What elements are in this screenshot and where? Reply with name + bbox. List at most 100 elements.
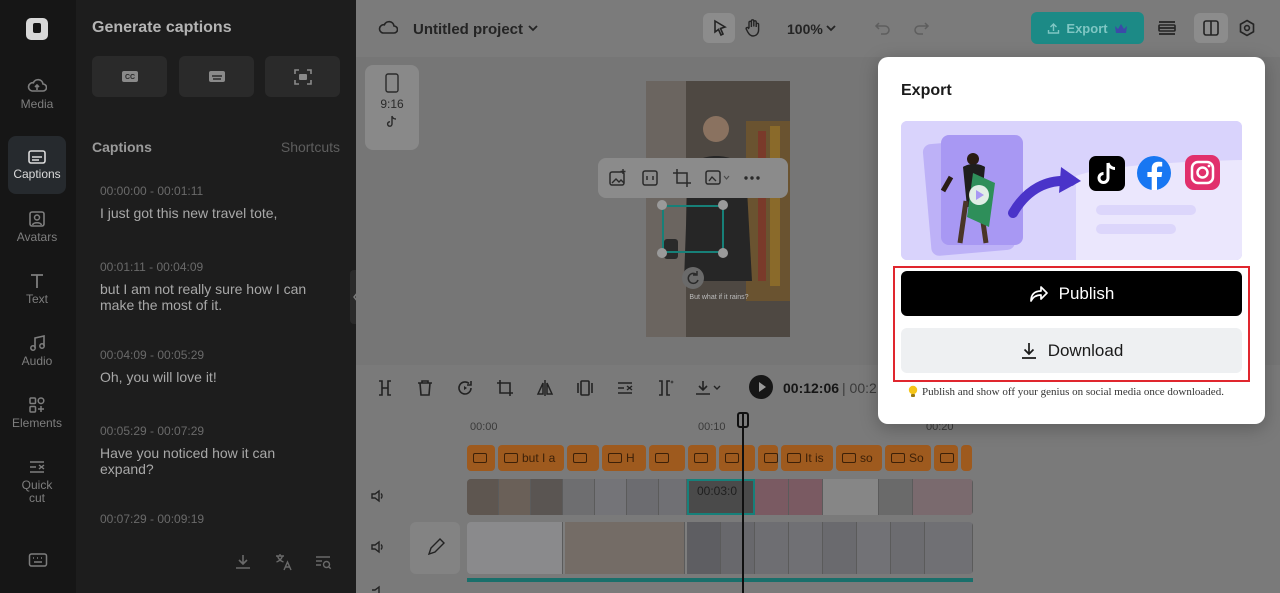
resize-icon[interactable] bbox=[576, 379, 594, 397]
caption-text[interactable]: Have you noticed how it can expand? bbox=[100, 445, 300, 477]
top-toolbar: Untitled project 100% Export bbox=[356, 0, 1280, 57]
caption-clip[interactable] bbox=[467, 445, 495, 471]
sidebar-item-avatars[interactable]: Avatars bbox=[8, 198, 66, 256]
caption-clip[interactable] bbox=[567, 445, 599, 471]
caption-text[interactable]: Oh, you will love it! bbox=[100, 369, 335, 385]
caption-clip[interactable] bbox=[961, 445, 972, 471]
undo-icon[interactable] bbox=[874, 20, 892, 36]
crop-icon[interactable] bbox=[672, 168, 692, 188]
caption-clip-text: but I a bbox=[522, 451, 556, 465]
caption-timestamp: 00:05:29 - 00:07:29 bbox=[100, 424, 205, 438]
panel-toggle-button[interactable] bbox=[1194, 13, 1228, 43]
scan-captions-button[interactable] bbox=[265, 56, 340, 97]
caption-clip[interactable]: H bbox=[602, 445, 646, 471]
caption-clip[interactable] bbox=[649, 445, 685, 471]
caption-text[interactable]: I just got this new travel tote, bbox=[100, 205, 335, 221]
cloud-save-icon[interactable] bbox=[378, 20, 398, 36]
sidebar-item-label: Quick cut bbox=[21, 477, 53, 505]
phone-frame-icon bbox=[385, 73, 399, 93]
split-icon[interactable] bbox=[376, 379, 394, 397]
quick-cut-icon bbox=[30, 460, 45, 473]
audio-track-bar[interactable] bbox=[467, 578, 973, 582]
caption-clip[interactable] bbox=[688, 445, 716, 471]
manual-captions-button[interactable] bbox=[179, 56, 254, 97]
aspect-ratio-selector[interactable]: 9:16 bbox=[365, 65, 419, 150]
edit-cover-button[interactable] bbox=[410, 522, 460, 574]
track-volume-icon[interactable] bbox=[370, 489, 386, 503]
auto-cut-icon[interactable] bbox=[616, 379, 636, 397]
caption-clip[interactable] bbox=[758, 445, 778, 471]
resize-handle[interactable] bbox=[657, 248, 667, 258]
export-note: Publish and show off your genius on soci… bbox=[907, 385, 1224, 398]
video-preview[interactable]: But what if it rains? bbox=[646, 81, 790, 337]
crop-icon[interactable] bbox=[496, 379, 514, 397]
resize-handle[interactable] bbox=[718, 200, 728, 210]
playhead[interactable] bbox=[742, 412, 744, 593]
zoom-level[interactable]: 100% bbox=[787, 21, 823, 37]
main-video-track[interactable] bbox=[467, 522, 973, 574]
flip-icon[interactable] bbox=[536, 379, 554, 397]
app-logo[interactable] bbox=[26, 18, 48, 40]
sidebar-item-label: Avatars bbox=[16, 230, 58, 244]
auto-captions-button[interactable]: CC bbox=[92, 56, 167, 97]
replace-image-icon[interactable] bbox=[608, 168, 628, 188]
upload-icon bbox=[1048, 22, 1060, 34]
chevron-down-icon[interactable] bbox=[825, 23, 837, 33]
play-button[interactable] bbox=[749, 375, 773, 399]
caption-text[interactable]: but I am not really sure how I can make … bbox=[100, 281, 335, 313]
settings-icon[interactable] bbox=[1238, 19, 1256, 37]
caption-clip[interactable] bbox=[934, 445, 958, 471]
caption-clip-text: H bbox=[626, 451, 635, 465]
shortcuts-link[interactable]: Shortcuts bbox=[281, 139, 340, 155]
resize-handle[interactable] bbox=[657, 200, 667, 210]
track-volume-icon[interactable] bbox=[370, 585, 386, 593]
sidebar-item-captions[interactable]: Captions bbox=[8, 136, 66, 194]
sidebar-item-audio[interactable]: Audio bbox=[8, 322, 66, 380]
sidebar-item-elements[interactable]: Elements bbox=[8, 384, 66, 442]
sidebar-item-label: Elements bbox=[11, 416, 63, 430]
replay-icon[interactable] bbox=[456, 379, 474, 397]
playhead-handle[interactable] bbox=[737, 412, 749, 428]
chevron-down-icon[interactable] bbox=[527, 23, 539, 33]
redo-icon[interactable] bbox=[912, 20, 930, 36]
selected-clip-time: 00:03:0 bbox=[697, 484, 738, 498]
more-options-icon[interactable] bbox=[742, 168, 762, 188]
download-dropdown-icon[interactable] bbox=[694, 379, 722, 397]
caption-clip[interactable]: so bbox=[836, 445, 882, 471]
sidebar-item-media[interactable]: Media bbox=[8, 65, 66, 123]
download-icon bbox=[236, 555, 250, 569]
layout-icon[interactable] bbox=[1156, 18, 1178, 38]
preview-caption-overlay[interactable]: But what if it rains? bbox=[684, 294, 754, 301]
lightbulb-icon bbox=[908, 385, 918, 397]
selection-box[interactable] bbox=[662, 205, 724, 253]
export-popup-title: Export bbox=[901, 82, 952, 99]
tiktok-icon bbox=[1089, 156, 1125, 191]
download-captions-button[interactable] bbox=[234, 553, 254, 573]
resize-handle[interactable] bbox=[718, 248, 728, 258]
search-captions-button[interactable] bbox=[314, 553, 334, 573]
sidebar-item-quick-cut[interactable]: Quick cut bbox=[8, 448, 66, 514]
select-tool-button[interactable] bbox=[703, 13, 735, 43]
split-sparkle-icon[interactable] bbox=[656, 379, 674, 397]
project-name[interactable]: Untitled project bbox=[413, 21, 523, 38]
hand-tool-icon[interactable] bbox=[743, 18, 763, 38]
delete-icon[interactable] bbox=[416, 379, 434, 397]
sidebar-item-text[interactable]: Text bbox=[8, 260, 66, 318]
caption-timestamp: 00:04:09 - 00:05:29 bbox=[100, 348, 205, 362]
caption-clip[interactable]: but I a bbox=[498, 445, 564, 471]
frame-icon[interactable] bbox=[640, 168, 660, 188]
highlight-annotation-box bbox=[893, 266, 1250, 382]
export-button[interactable]: Export bbox=[1031, 12, 1144, 44]
rotate-handle[interactable] bbox=[682, 267, 704, 289]
remove-background-icon[interactable] bbox=[704, 168, 730, 188]
caption-clip[interactable]: So bbox=[885, 445, 931, 471]
instagram-icon bbox=[1185, 155, 1220, 190]
caption-clip[interactable] bbox=[719, 445, 755, 471]
ratio-label: 9:16 bbox=[380, 97, 404, 111]
caption-clip-text: So bbox=[909, 451, 924, 465]
caption-clip[interactable]: It is bbox=[781, 445, 833, 471]
keyboard-shortcuts-button[interactable] bbox=[28, 552, 48, 568]
split-view-icon bbox=[1203, 20, 1219, 36]
track-volume-icon[interactable] bbox=[370, 540, 386, 554]
translate-button[interactable] bbox=[274, 553, 294, 573]
